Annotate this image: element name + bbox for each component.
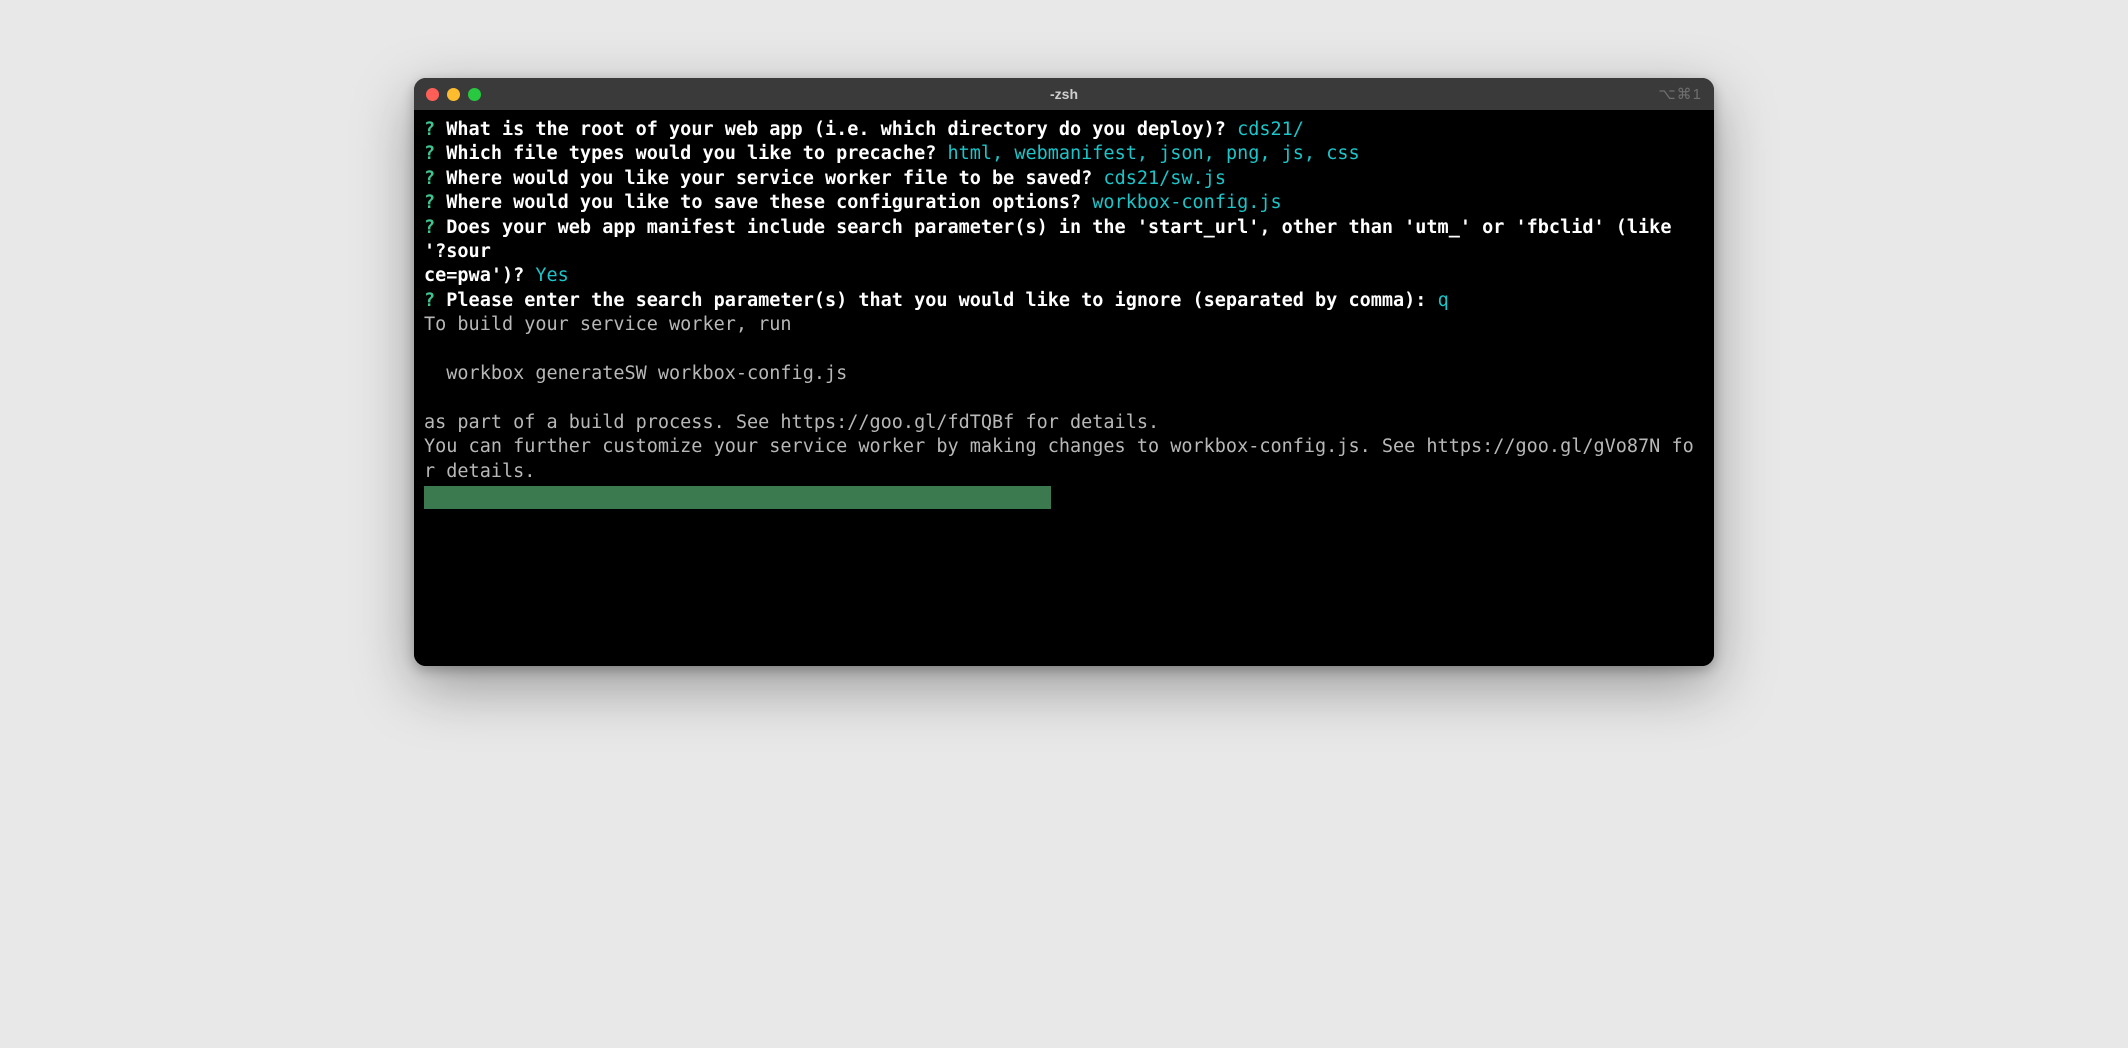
prompt-answer: q xyxy=(1438,290,1449,311)
cursor-block xyxy=(424,486,1051,508)
prompt-question: Where would you like to save these confi… xyxy=(446,192,1081,213)
prompt-marker: ? xyxy=(424,119,435,140)
terminal-body[interactable]: ? What is the root of your web app (i.e.… xyxy=(414,110,1714,666)
titlebar: -zsh ⌥⌘1 xyxy=(414,78,1714,110)
prompt-answer: cds21/sw.js xyxy=(1103,168,1226,189)
tab-indicator: ⌥⌘1 xyxy=(1658,85,1702,103)
terminal-window: -zsh ⌥⌘1 ? What is the root of your web … xyxy=(414,78,1714,666)
minimize-icon[interactable] xyxy=(447,88,460,101)
output-line: You can further customize your service w… xyxy=(424,436,1694,481)
output-line: as part of a build process. See https://… xyxy=(424,412,1159,433)
prompt-question: Does your web app manifest include searc… xyxy=(424,217,1683,287)
output-line: workbox generateSW workbox-config.js xyxy=(424,363,847,384)
prompt-marker: ? xyxy=(424,168,435,189)
zoom-icon[interactable] xyxy=(468,88,481,101)
traffic-lights xyxy=(426,88,481,101)
prompt-marker: ? xyxy=(424,290,435,311)
prompt-question: Which file types would you like to preca… xyxy=(446,143,936,164)
close-icon[interactable] xyxy=(426,88,439,101)
prompt-marker: ? xyxy=(424,217,435,238)
prompt-answer: html, webmanifest, json, png, js, css xyxy=(948,143,1360,164)
prompt-marker: ? xyxy=(424,143,435,164)
output-line: To build your service worker, run xyxy=(424,314,792,335)
prompt-answer: cds21/ xyxy=(1237,119,1304,140)
prompt-question: Where would you like your service worker… xyxy=(446,168,1092,189)
prompt-answer: Yes xyxy=(535,265,568,286)
prompt-answer: workbox-config.js xyxy=(1092,192,1281,213)
prompt-question: What is the root of your web app (i.e. w… xyxy=(446,119,1226,140)
prompt-marker: ? xyxy=(424,192,435,213)
window-title: -zsh xyxy=(1050,86,1078,102)
prompt-question: Please enter the search parameter(s) tha… xyxy=(446,290,1426,311)
